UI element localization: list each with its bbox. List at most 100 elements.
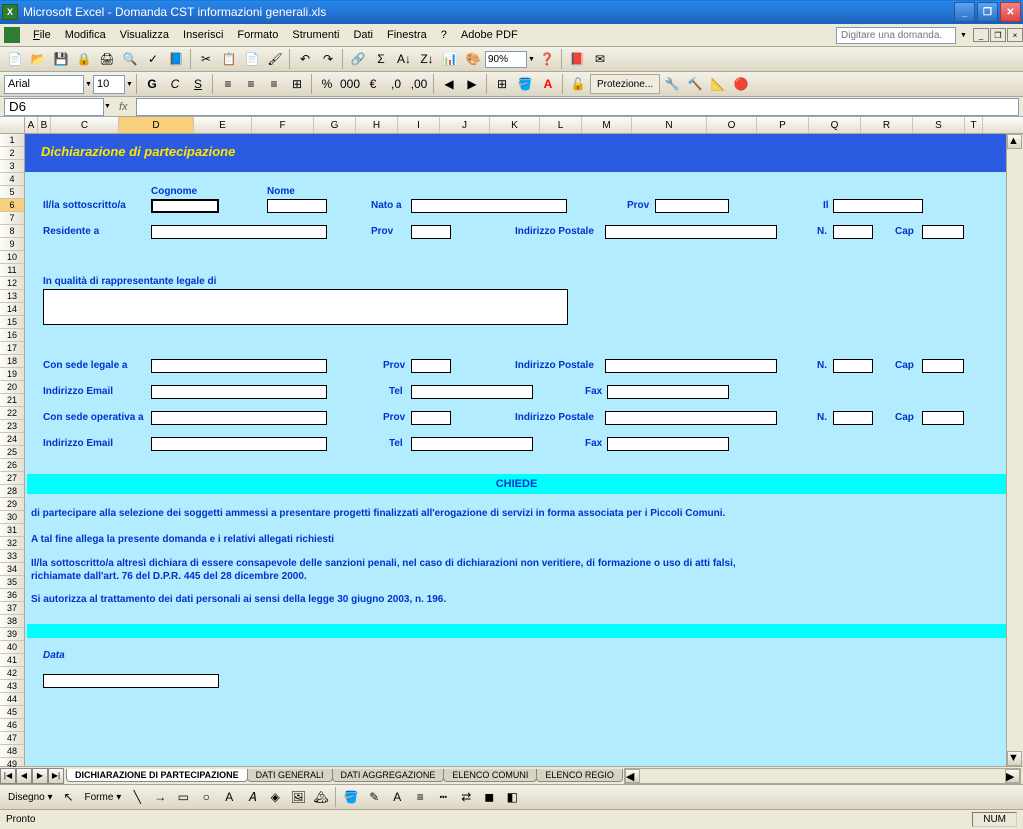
fld-cap1[interactable] — [922, 225, 964, 239]
fillcolor-draw-icon[interactable]: 🪣 — [340, 786, 362, 808]
close-button[interactable]: ✕ — [1000, 2, 1021, 22]
preview-icon[interactable]: 🔍 — [119, 48, 141, 70]
decrease-indent-icon[interactable]: ◀ — [438, 73, 460, 95]
increase-indent-icon[interactable]: ▶ — [461, 73, 483, 95]
menu-edit[interactable]: Modifica — [58, 27, 113, 43]
col-header-T[interactable]: T — [965, 117, 983, 133]
col-header-H[interactable]: H — [356, 117, 398, 133]
horizontal-scrollbar[interactable]: ◀ ▶ — [624, 768, 1021, 784]
copy-icon[interactable]: 📋 — [218, 48, 240, 70]
row-header-28[interactable]: 28 — [0, 485, 24, 498]
tab-dichiarazione[interactable]: DICHIARAZIONE DI PARTECIPAZIONE — [66, 769, 248, 782]
new-icon[interactable]: 📄 — [4, 48, 26, 70]
row-header-20[interactable]: 20 — [0, 381, 24, 394]
protect-sheet-icon[interactable]: 🔓 — [567, 73, 589, 95]
fontcolor-draw-icon[interactable]: A — [386, 786, 408, 808]
namebox-dropdown[interactable]: ▼ — [104, 103, 111, 110]
linecolor-icon[interactable]: ✎ — [363, 786, 385, 808]
menu-tools[interactable]: Strumenti — [285, 27, 346, 43]
undo-icon[interactable]: ↶ — [294, 48, 316, 70]
fill-color-icon[interactable]: 🪣 — [514, 73, 536, 95]
col-header-I[interactable]: I — [398, 117, 440, 133]
row-header-34[interactable]: 34 — [0, 563, 24, 576]
fld-cap3[interactable] — [922, 411, 964, 425]
row-header-26[interactable]: 26 — [0, 459, 24, 472]
row-header-43[interactable]: 43 — [0, 680, 24, 693]
fld-prov3[interactable] — [411, 359, 451, 373]
fld-prov4[interactable] — [411, 411, 451, 425]
tab-elenco-comuni[interactable]: ELENCO COMUNI — [443, 769, 537, 782]
line-icon[interactable]: ╲ — [126, 786, 148, 808]
col-header-P[interactable]: P — [757, 117, 809, 133]
row-header-30[interactable]: 30 — [0, 511, 24, 524]
ask-question-input[interactable] — [836, 27, 956, 44]
minimize-button[interactable]: _ — [954, 2, 975, 22]
paste-icon[interactable]: 📄 — [241, 48, 263, 70]
tab-dati-aggregazione[interactable]: DATI AGGREGAZIONE — [332, 769, 445, 782]
fontsize-dropdown[interactable]: ▼ — [126, 81, 133, 88]
fld-sedeop[interactable] — [151, 411, 327, 425]
rectangle-icon[interactable]: ▭ — [172, 786, 194, 808]
bold-icon[interactable]: G — [141, 73, 163, 95]
doc-minimize[interactable]: _ — [973, 28, 989, 42]
italic-icon[interactable]: C — [164, 73, 186, 95]
ask-dropdown[interactable]: ▼ — [960, 32, 967, 39]
drawing-icon[interactable]: 🎨 — [462, 48, 484, 70]
fld-prov1[interactable] — [655, 199, 729, 213]
select-objects-icon[interactable]: ↖ — [58, 786, 80, 808]
row-header-23[interactable]: 23 — [0, 420, 24, 433]
borders-icon[interactable]: ⊞ — [491, 73, 513, 95]
tab-prev-icon[interactable]: ◀ — [16, 768, 32, 784]
col-header-M[interactable]: M — [582, 117, 632, 133]
decrease-decimal-icon[interactable]: ,00 — [408, 73, 430, 95]
picture-icon[interactable]: 🏔 — [310, 786, 332, 808]
row-header-41[interactable]: 41 — [0, 654, 24, 667]
workbook-icon[interactable] — [4, 27, 20, 43]
formula-bar[interactable] — [136, 98, 1019, 116]
zoom-input[interactable] — [485, 51, 527, 68]
col-header-S[interactable]: S — [913, 117, 965, 133]
row-header-1[interactable]: 1 — [0, 134, 24, 147]
textbox-icon[interactable]: A — [218, 786, 240, 808]
font-input[interactable] — [4, 75, 84, 94]
maximize-button[interactable]: ❐ — [977, 2, 998, 22]
row-header-14[interactable]: 14 — [0, 303, 24, 316]
col-header-Q[interactable]: Q — [809, 117, 861, 133]
fld-email1[interactable] — [151, 385, 327, 399]
fld-qualita[interactable] — [43, 289, 568, 325]
sort-asc-icon[interactable]: A↓ — [393, 48, 415, 70]
fld-n3[interactable] — [833, 411, 873, 425]
row-header-29[interactable]: 29 — [0, 498, 24, 511]
row-header-37[interactable]: 37 — [0, 602, 24, 615]
row-header-10[interactable]: 10 — [0, 251, 24, 264]
row-header-19[interactable]: 19 — [0, 368, 24, 381]
col-header-N[interactable]: N — [632, 117, 707, 133]
fld-indpost3[interactable] — [605, 411, 777, 425]
pdf-icon[interactable]: 📕 — [566, 48, 588, 70]
fld-n1[interactable] — [833, 225, 873, 239]
align-left-icon[interactable]: ≡ — [217, 73, 239, 95]
select-all-corner[interactable] — [0, 117, 25, 133]
redo-icon[interactable]: ↷ — [317, 48, 339, 70]
euro-icon[interactable]: € — [362, 73, 384, 95]
font-dropdown[interactable]: ▼ — [85, 81, 92, 88]
shadow-icon[interactable]: ◼ — [478, 786, 500, 808]
row-header-45[interactable]: 45 — [0, 706, 24, 719]
row-header-21[interactable]: 21 — [0, 394, 24, 407]
scroll-down-icon[interactable]: ▼ — [1007, 751, 1022, 766]
col-header-E[interactable]: E — [194, 117, 252, 133]
doc-close[interactable]: × — [1007, 28, 1023, 42]
fld-cap2[interactable] — [922, 359, 964, 373]
increase-decimal-icon[interactable]: ,0 — [385, 73, 407, 95]
menu-format[interactable]: Formato — [230, 27, 285, 43]
fld-residentea[interactable] — [151, 225, 327, 239]
format-painter-icon[interactable]: 🖌 — [264, 48, 286, 70]
row-header-32[interactable]: 32 — [0, 537, 24, 550]
row-header-17[interactable]: 17 — [0, 342, 24, 355]
clipart-icon[interactable]: 🖼 — [287, 786, 309, 808]
prot-icon-2[interactable]: 🔨 — [684, 73, 706, 95]
menu-insert[interactable]: Inserisci — [176, 27, 230, 43]
arrowstyle-icon[interactable]: ⇄ — [455, 786, 477, 808]
row-header-11[interactable]: 11 — [0, 264, 24, 277]
arrow-icon[interactable]: → — [149, 786, 171, 808]
